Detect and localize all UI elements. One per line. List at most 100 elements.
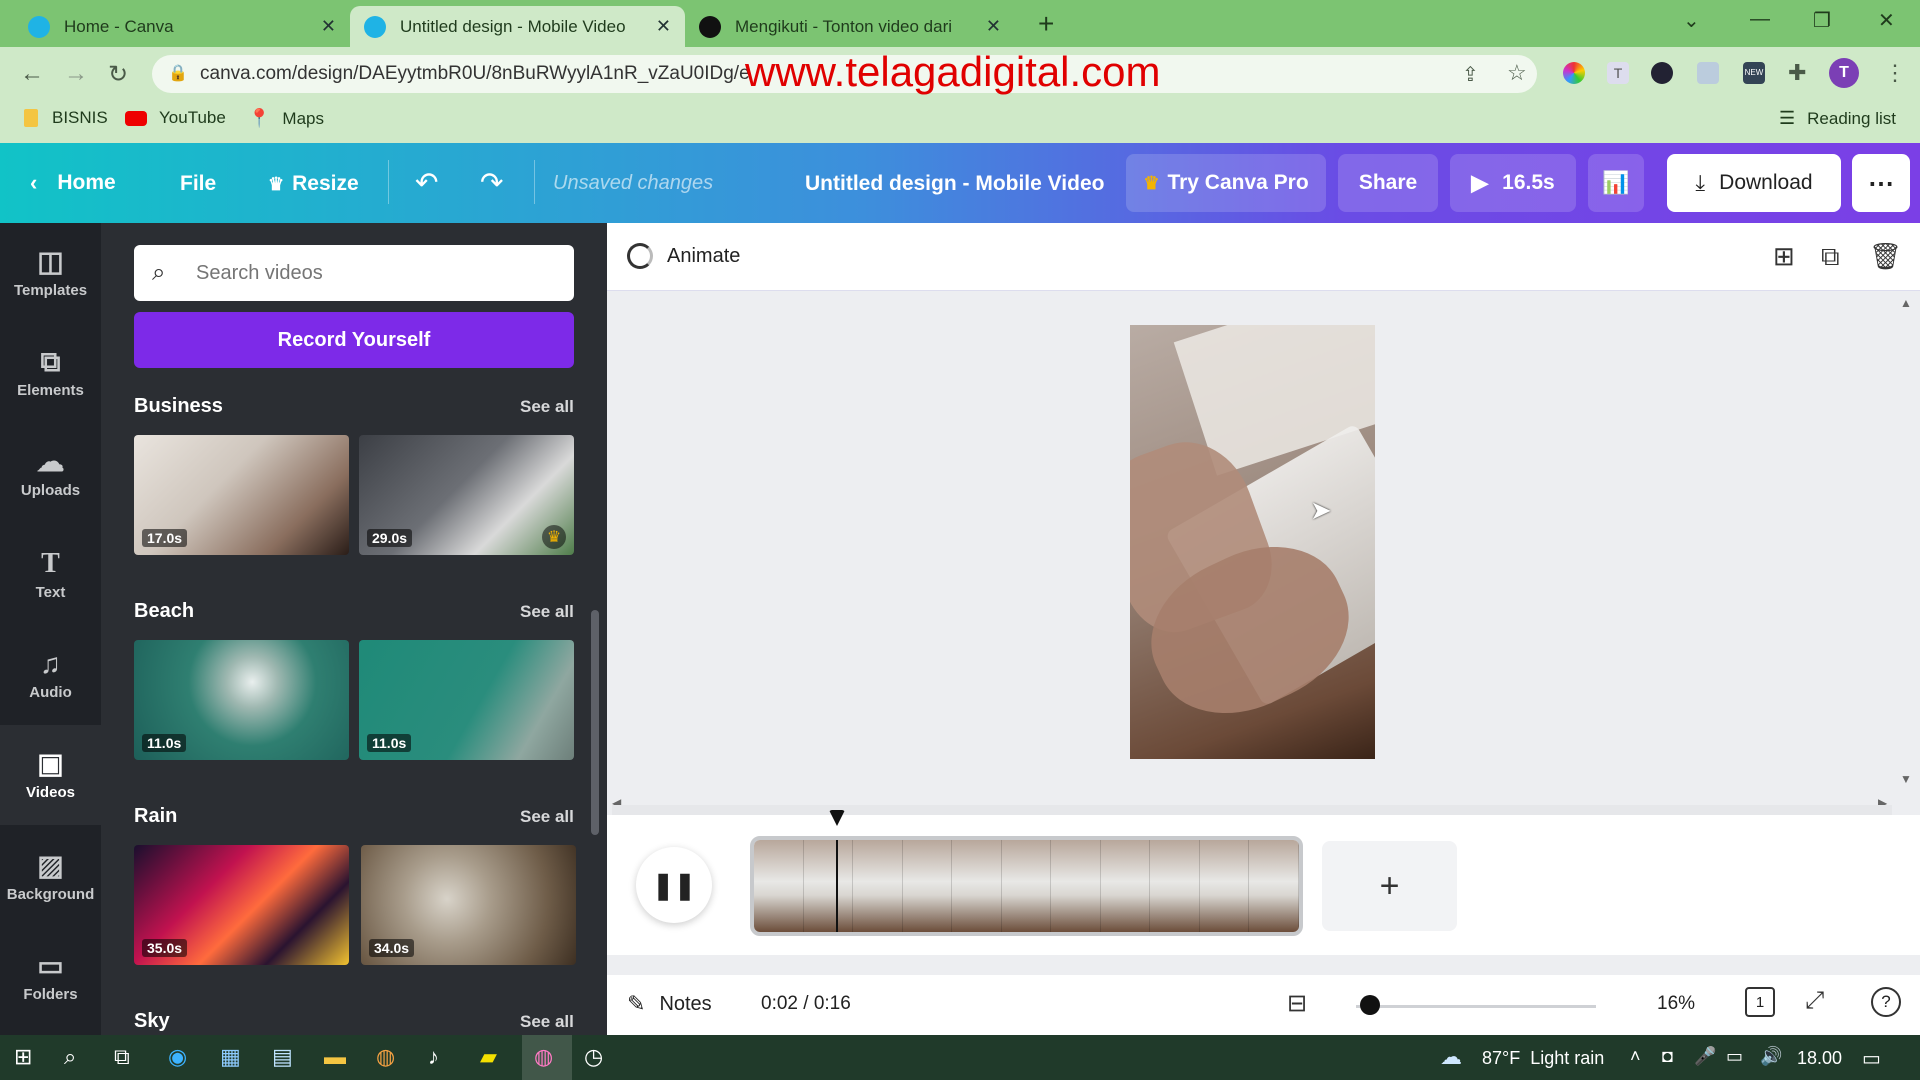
file-explorer-icon[interactable]: ▬ [324, 1044, 346, 1070]
nav-elements[interactable]: ⧉ Elements [0, 323, 101, 423]
chat-extension-icon[interactable] [1651, 62, 1673, 84]
clock-app-icon[interactable]: ◷ [584, 1044, 603, 1070]
close-tab-icon[interactable]: ✕ [321, 16, 336, 37]
see-all-business[interactable]: See all [520, 397, 574, 417]
help-icon[interactable]: ? [1871, 987, 1901, 1017]
chrome-icon[interactable]: ◍ [376, 1044, 395, 1070]
task-view-icon[interactable]: ⧉ [114, 1044, 130, 1070]
zoom-slider-track[interactable] [1356, 1005, 1596, 1008]
minimize-icon[interactable]: — [1750, 8, 1770, 31]
add-page-icon[interactable]: ⊞ [1773, 241, 1795, 272]
undo-icon[interactable]: ↶ [415, 166, 438, 199]
chrome-menu-icon[interactable]: ⋮ [1884, 60, 1906, 86]
redo-icon[interactable]: ↷ [480, 166, 503, 199]
camera-tray-icon[interactable]: ◘ [1662, 1046, 1673, 1067]
close-window-icon[interactable]: ✕ [1878, 8, 1895, 33]
duplicate-page-icon[interactable]: ⧉ [1821, 241, 1840, 273]
video-thumbnail[interactable]: 34.0s [361, 845, 576, 965]
new-tab-icon[interactable]: + [1038, 8, 1054, 40]
url-text[interactable]: canva.com/design/DAEyytmbR0U/8nBuRWyylA1… [200, 63, 750, 85]
nav-uploads[interactable]: ☁ Uploads [0, 423, 101, 523]
video-thumbnail[interactable]: 35.0s [134, 845, 349, 965]
tab-search-chevron-icon[interactable]: ⌄ [1683, 8, 1700, 33]
share-button[interactable]: Share [1338, 154, 1438, 212]
video-thumbnail[interactable]: 11.0s [359, 640, 574, 760]
file-menu-button[interactable]: File [180, 172, 216, 196]
reading-list-button[interactable]: ☰ Reading list [1779, 108, 1896, 129]
delete-page-icon[interactable]: 🗑 [1869, 241, 1902, 272]
fullscreen-icon[interactable]: ⤢ [1805, 987, 1824, 1015]
news-extension-icon[interactable]: NEW [1743, 62, 1765, 84]
windows-start-icon[interactable]: ⊞ [14, 1044, 32, 1070]
download-button[interactable]: ⤓ Download [1667, 154, 1841, 212]
nav-folders[interactable]: ▭ Folders [0, 927, 101, 1027]
reload-icon[interactable]: ↻ [108, 60, 128, 89]
add-clip-button[interactable]: + [1322, 841, 1457, 931]
bookmark-youtube[interactable]: YouTube [125, 108, 226, 128]
browser-tab-home[interactable]: Home - Canva ✕ [14, 6, 350, 47]
video-thumbnail[interactable]: 29.0s ♛ [359, 435, 574, 555]
notification-center-icon[interactable]: ▭ [1862, 1046, 1881, 1071]
design-title[interactable]: Untitled design - Mobile Video [805, 172, 1104, 196]
volume-tray-icon[interactable]: 🔊 [1760, 1046, 1782, 1067]
share-page-icon[interactable]: ⇪ [1462, 62, 1479, 87]
taskbar-search-icon[interactable]: ⌕ [64, 1044, 76, 1070]
animate-button[interactable]: Animate [627, 243, 740, 269]
nav-videos[interactable]: ▣ Videos [0, 725, 101, 825]
browser-tab-design[interactable]: Untitled design - Mobile Video ✕ [350, 6, 685, 47]
microphone-tray-icon[interactable]: 🎤 [1694, 1046, 1716, 1067]
video-thumbnail[interactable]: 17.0s [134, 435, 349, 555]
tray-chevron-icon[interactable]: ˄ [1630, 1046, 1641, 1067]
design-page-video[interactable]: ➤ [1130, 325, 1375, 759]
profile-avatar[interactable]: T [1829, 58, 1859, 88]
video-clip-strip[interactable] [750, 836, 1303, 936]
weather-cloud-icon[interactable]: ☁ [1440, 1044, 1462, 1070]
system-clock[interactable]: 18.00 [1797, 1048, 1842, 1069]
record-yourself-button[interactable]: Record Yourself [134, 312, 574, 368]
page-count-button[interactable]: 1 [1745, 987, 1775, 1017]
back-icon[interactable]: ← [20, 60, 44, 88]
close-tab-icon[interactable]: ✕ [656, 16, 671, 37]
zoom-slider-thumb[interactable] [1360, 995, 1381, 1015]
notes-button[interactable]: ✎ Notes [627, 991, 712, 1017]
restore-icon[interactable]: ❐ [1813, 8, 1831, 33]
color-extension-icon[interactable] [1563, 62, 1585, 84]
video-thumbnail[interactable]: 11.0s [134, 640, 349, 760]
try-canva-pro-button[interactable]: ♛ Try Canva Pro [1126, 154, 1326, 212]
search-videos-box[interactable]: ⌕ [134, 245, 574, 301]
extensions-puzzle-icon[interactable]: ✚ [1788, 60, 1806, 86]
panel-scrollbar[interactable] [591, 610, 599, 835]
resize-button[interactable]: ♛ Resize [268, 172, 359, 196]
notepad-icon[interactable]: ▤ [272, 1044, 293, 1070]
nav-background[interactable]: ▨ Background [0, 827, 101, 927]
nav-audio[interactable]: ♫ Audio [0, 625, 101, 725]
tiktok-icon[interactable]: ♪ [428, 1044, 439, 1070]
bookmark-maps[interactable]: 📍 Maps [248, 108, 324, 129]
search-videos-input[interactable] [196, 257, 556, 289]
page-view-icon[interactable]: ⊟ [1287, 989, 1307, 1018]
pause-button[interactable]: ❚❚ [636, 847, 712, 923]
bookmark-star-icon[interactable]: ☆ [1507, 60, 1527, 86]
play-preview-button[interactable]: ▶ 16.5s [1450, 154, 1576, 212]
sticky-notes-icon[interactable]: ▰ [480, 1044, 497, 1070]
store-icon[interactable]: ▦ [220, 1044, 241, 1070]
close-tab-icon[interactable]: ✕ [986, 16, 1001, 37]
nav-text[interactable]: T Text [0, 525, 101, 625]
horizontal-scrollbar[interactable] [612, 805, 1892, 815]
see-all-beach[interactable]: See all [520, 602, 574, 622]
home-button[interactable]: ‹ Home [30, 170, 116, 196]
see-all-sky[interactable]: See all [520, 1012, 574, 1032]
more-options-icon[interactable]: ⋯ [1852, 154, 1910, 212]
forward-icon[interactable]: → [64, 60, 88, 88]
network-tray-icon[interactable]: ▭ [1726, 1046, 1743, 1067]
shield-extension-icon[interactable] [1697, 62, 1719, 84]
nav-templates[interactable]: ◫ Templates [0, 223, 101, 323]
insights-chart-icon[interactable]: 📊 [1588, 154, 1644, 212]
scroll-up-arrow-icon[interactable]: ▲ [1900, 296, 1912, 310]
see-all-rain[interactable]: See all [520, 807, 574, 827]
zoom-percent[interactable]: 16% [1657, 993, 1695, 1015]
browser-tab-tiktok[interactable]: Mengikuti - Tonton video dari kr… ✕ [685, 6, 1015, 47]
scroll-down-arrow-icon[interactable]: ▼ [1900, 772, 1912, 786]
edge-icon[interactable]: ◉ [168, 1044, 187, 1070]
bookmark-bisnis[interactable]: BISNIS [24, 108, 108, 128]
